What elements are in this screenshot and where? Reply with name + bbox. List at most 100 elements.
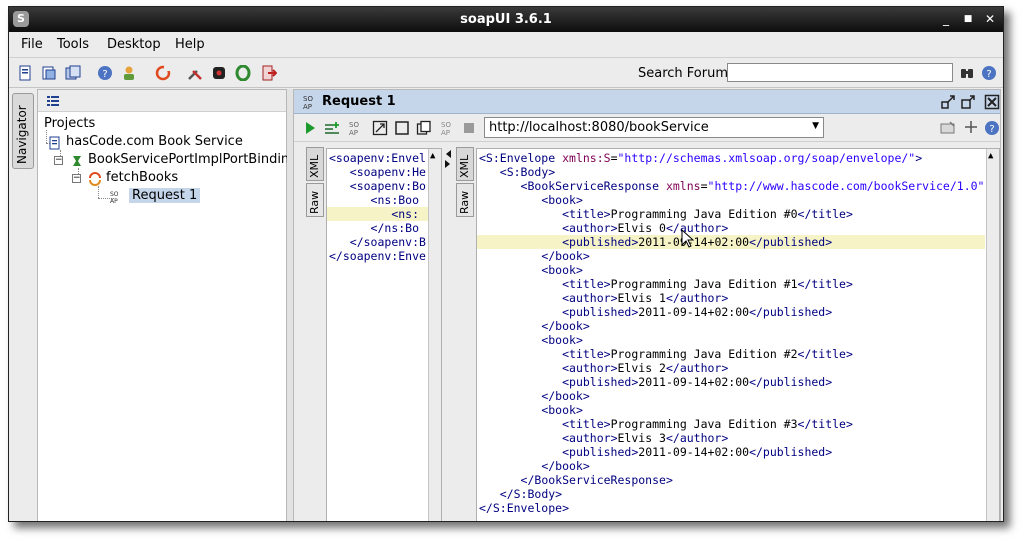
project-icon: [49, 136, 60, 150]
green-loop-icon[interactable]: [235, 65, 251, 81]
app-window: S soapUI 3.6.1 _ ■ ✕ File Tools Desktop …: [8, 6, 1004, 522]
format-xml-icon[interactable]: [416, 120, 432, 136]
collapse-toggle-icon[interactable]: −: [54, 156, 63, 165]
monitor-icon[interactable]: [211, 65, 227, 81]
response-scrollbar[interactable]: ▲: [986, 149, 999, 521]
add-assertion-icon[interactable]: [964, 120, 978, 134]
run-request-icon[interactable]: [304, 121, 316, 135]
refresh-icon[interactable]: [155, 65, 171, 81]
new-project-icon[interactable]: [17, 65, 33, 81]
tree-item-operation[interactable]: − fetchBooks: [68, 170, 268, 188]
menu-bar: File Tools Desktop Help: [9, 32, 1003, 58]
dock-icon[interactable]: [940, 94, 956, 110]
xml-line: <ns:Boo: [370, 193, 420, 207]
tree-item-interface[interactable]: − BookServicePortImplPortBinding: [50, 152, 297, 170]
xml-line: <book>: [541, 263, 583, 277]
xml-line: </book>: [541, 249, 590, 263]
endpoint-url: http://localhost:8080/bookService: [489, 120, 709, 135]
tab-label: XML: [458, 154, 471, 178]
add-to-testcase-icon[interactable]: [324, 120, 340, 136]
request-tab-xml[interactable]: XML: [306, 147, 324, 181]
menu-help[interactable]: Help: [175, 37, 205, 52]
undock-icon[interactable]: [960, 94, 976, 110]
xml-line: <book>: [541, 193, 583, 207]
tree-item-label: hasCode.com Book Service: [66, 134, 243, 149]
xml-line: <title>Programming Java Edition #0</titl…: [562, 207, 853, 221]
xml-line: <published>2011-09-14+02:00</published>: [562, 235, 833, 249]
xml-line: <title>Programming Java Edition #2</titl…: [562, 347, 853, 361]
xml-line: <published>2011-09-14+02:00</published>: [562, 445, 833, 459]
xml-line: </soapenv:Enve: [329, 249, 426, 263]
request-xml-editor[interactable]: <soapenv:Envel <soapenv:He <soapenv:Bo <…: [326, 148, 442, 521]
minimize-button[interactable]: _: [937, 10, 955, 28]
import-project-icon[interactable]: [41, 65, 57, 81]
svg-text:AP: AP: [441, 129, 450, 136]
svg-text:?: ?: [989, 124, 994, 135]
exit-icon[interactable]: [261, 65, 277, 81]
xml-line: <title>Programming Java Edition #1</titl…: [562, 277, 853, 291]
tab-label: Raw: [458, 190, 471, 214]
create-default-request-icon[interactable]: [372, 120, 388, 136]
editor-title: Request 1: [322, 94, 396, 109]
title-bar[interactable]: S soapUI 3.6.1 _ ■ ✕: [9, 7, 1003, 32]
wsa-settings-icon[interactable]: SOAP: [440, 120, 456, 136]
xml-line: <S:Envelope xmlns:S="http://schemas.xmls…: [479, 151, 923, 165]
expand-left-icon[interactable]: [444, 148, 452, 168]
tree-item-project[interactable]: hasCode.com Book Service: [44, 134, 284, 152]
xml-line: </ns:Bo: [370, 221, 420, 235]
xml-line: <soapenv:Envel: [329, 151, 426, 165]
menu-file[interactable]: File: [21, 37, 43, 52]
svg-text:AP: AP: [349, 129, 358, 136]
clone-request-icon[interactable]: [394, 120, 410, 136]
tree-item-label: fetchBooks: [106, 170, 179, 185]
xml-line: <author>Elvis 1</author>: [562, 291, 729, 305]
svg-text:SO: SO: [441, 121, 451, 129]
window-title: soapUI 3.6.1: [460, 12, 552, 27]
project-tree-panel: Projects hasCode.com Book Service − Book…: [37, 89, 297, 521]
scroll-up-icon[interactable]: ▲: [988, 151, 993, 161]
save-all-icon[interactable]: [65, 65, 81, 81]
tree-item-projects[interactable]: Projects: [44, 116, 95, 134]
mouse-cursor-icon: [681, 229, 695, 248]
svg-text:AP: AP: [110, 198, 118, 204]
tree-item-label-selected: Request 1: [129, 188, 201, 203]
svg-text:AP: AP: [303, 103, 312, 110]
scroll-up-icon[interactable]: ▲: [430, 151, 435, 161]
search-forum-input[interactable]: [727, 63, 953, 82]
preferences-icon[interactable]: ?: [97, 65, 113, 81]
maximize-button[interactable]: ■: [959, 10, 977, 28]
request-scrollbar[interactable]: ▲: [428, 149, 441, 521]
editor-header: SO AP Request 1: [294, 90, 1000, 114]
response-tab-xml[interactable]: XML: [456, 147, 474, 181]
editor-view-icon[interactable]: [940, 121, 956, 135]
tools-icon[interactable]: [187, 65, 203, 81]
request-tab-raw[interactable]: Raw: [306, 183, 324, 217]
menu-desktop[interactable]: Desktop: [107, 37, 161, 52]
xml-line: </book>: [541, 319, 590, 333]
xml-line: <BookServiceResponse xmlns="http://www.h…: [520, 179, 985, 193]
close-button[interactable]: ✕: [981, 10, 999, 28]
binoculars-icon[interactable]: [959, 65, 975, 81]
xml-line: </book>: [541, 459, 590, 473]
interface-binding-icon: [73, 156, 81, 166]
xml-line: <author>Elvis 2</author>: [562, 361, 729, 375]
collapse-toggle-icon[interactable]: −: [72, 174, 81, 183]
navigator-tab[interactable]: Navigator: [12, 93, 34, 169]
help-icon[interactable]: ?: [981, 65, 997, 81]
editor-help-icon[interactable]: ?: [984, 120, 1000, 136]
response-tab-raw[interactable]: Raw: [456, 183, 474, 217]
proxy-user-icon[interactable]: [121, 65, 137, 81]
response-xml-editor[interactable]: <S:Envelope xmlns:S="http://schemas.xmls…: [476, 148, 1000, 521]
svg-text:?: ?: [102, 69, 107, 80]
menu-tools[interactable]: Tools: [57, 37, 89, 52]
request-editor: SO AP Request 1 SO AP SO AP http://localhos…: [293, 89, 1001, 521]
svg-text:SO: SO: [110, 191, 119, 198]
endpoint-select[interactable]: http://localhost:8080/bookService ▼: [484, 117, 824, 138]
soap-version-icon[interactable]: SOAP: [348, 120, 364, 136]
soap-request-icon: SOAP: [303, 95, 313, 110]
close-editor-icon[interactable]: [984, 94, 1000, 110]
split-pane-divider[interactable]: [444, 148, 452, 188]
cancel-request-icon[interactable]: [462, 121, 476, 135]
collapse-all-icon[interactable]: [46, 94, 60, 108]
xml-line: <published>2011-09-14+02:00</published>: [562, 305, 833, 319]
